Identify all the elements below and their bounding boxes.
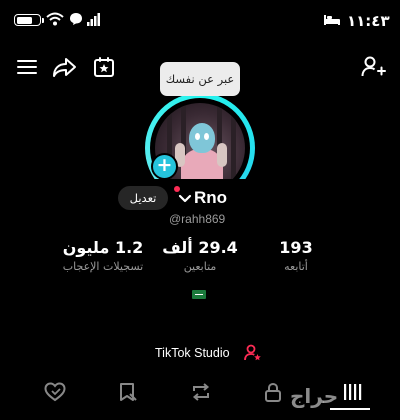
express-yourself-tooltip: عبر عن نفسك bbox=[160, 62, 240, 96]
favorites-icon[interactable] bbox=[118, 382, 138, 402]
battery-level bbox=[16, 16, 33, 24]
username: @rahh869 bbox=[169, 212, 226, 226]
battery-icon bbox=[14, 14, 41, 26]
following-count[interactable]: 193 bbox=[241, 238, 351, 257]
watermark: حراج bbox=[290, 384, 339, 408]
active-tab-indicator bbox=[330, 408, 370, 410]
repost-icon[interactable] bbox=[190, 382, 212, 402]
followers-count[interactable]: 29.4 ألف bbox=[145, 238, 255, 257]
status-time: ١١:٤٣ bbox=[347, 12, 390, 30]
lock-icon[interactable] bbox=[264, 382, 282, 402]
studio-user-icon[interactable] bbox=[244, 344, 262, 362]
tiktok-studio-link[interactable]: TikTok Studio bbox=[155, 346, 230, 360]
edit-profile-button[interactable]: تعديل bbox=[118, 186, 168, 210]
notification-dot bbox=[174, 186, 180, 192]
saudi-flag-icon bbox=[192, 290, 206, 299]
battery-tip bbox=[42, 18, 44, 23]
share-icon[interactable] bbox=[52, 56, 78, 78]
chat-bubble-icon bbox=[70, 13, 82, 25]
add-user-icon[interactable] bbox=[361, 55, 387, 79]
likes-count[interactable]: 1.2 مليون bbox=[48, 238, 158, 257]
chevron-down-icon[interactable] bbox=[178, 194, 192, 204]
likes-label: تسجيلات الإعجاب bbox=[62, 260, 144, 273]
calendar-star-icon[interactable] bbox=[92, 55, 116, 79]
display-name[interactable]: Rno bbox=[194, 188, 227, 208]
wifi-icon bbox=[46, 12, 64, 26]
liked-heart-icon[interactable] bbox=[44, 382, 66, 402]
menu-icon[interactable] bbox=[16, 58, 38, 76]
videos-grid-icon[interactable] bbox=[342, 382, 362, 402]
followers-label: متابعين bbox=[183, 260, 217, 273]
following-label: أتابعه bbox=[284, 260, 308, 273]
add-avatar-button[interactable]: + bbox=[151, 153, 178, 180]
cellular-signal-icon bbox=[87, 13, 100, 26]
sleep-focus-icon bbox=[324, 15, 340, 25]
